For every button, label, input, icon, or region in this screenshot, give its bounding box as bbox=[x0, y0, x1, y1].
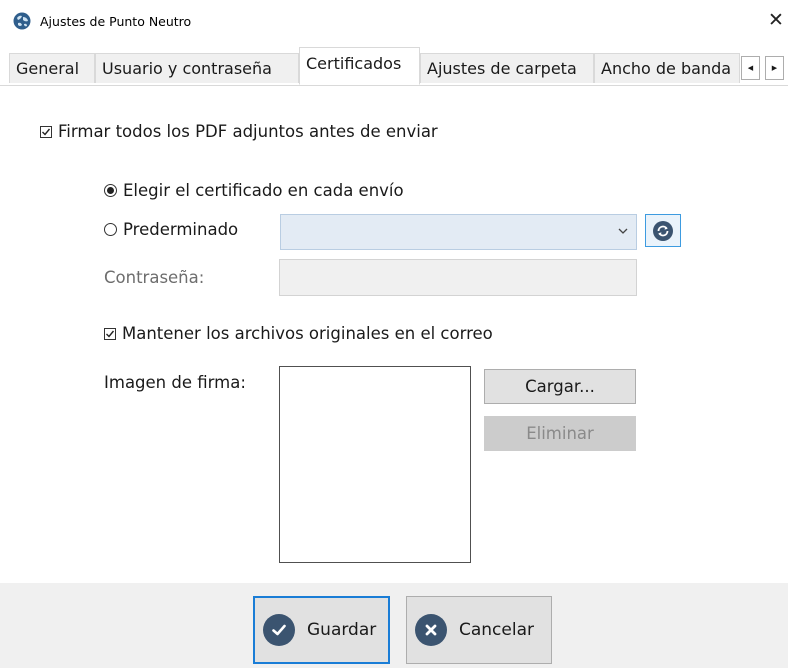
signature-image-label: Imagen de firma: bbox=[104, 373, 246, 392]
tab-certificados[interactable]: Certificados bbox=[299, 47, 420, 85]
tab-bar: General Usuario y contraseña Certificado… bbox=[0, 47, 788, 86]
cancel-button[interactable]: Cancelar bbox=[406, 596, 552, 664]
radio-unselected-icon bbox=[104, 223, 117, 236]
save-button[interactable]: Guardar bbox=[253, 596, 390, 664]
keep-originals-checkbox[interactable]: Mantener los archivos originales en el c… bbox=[104, 324, 493, 343]
save-button-label: Guardar bbox=[307, 620, 377, 640]
predetermined-radio[interactable]: Prederminado bbox=[104, 220, 238, 239]
tab-ancho-banda[interactable]: Ancho de banda bbox=[594, 53, 740, 83]
refresh-certificates-button[interactable] bbox=[645, 214, 681, 247]
choose-each-send-radio[interactable]: Elegir el certificado en cada envío bbox=[104, 181, 404, 200]
sign-all-pdf-checkbox[interactable]: Firmar todos los PDF adjuntos antes de e… bbox=[40, 122, 438, 141]
chevron-down-icon bbox=[618, 228, 628, 234]
password-label: Contraseña: bbox=[104, 268, 205, 287]
delete-signature-button: Eliminar bbox=[484, 416, 636, 451]
tab-scroll-right-icon[interactable]: ▶ bbox=[765, 56, 784, 80]
signature-image-preview bbox=[279, 366, 471, 563]
globe-icon bbox=[13, 12, 31, 30]
predetermined-label: Prederminado bbox=[123, 220, 239, 239]
password-field bbox=[279, 259, 637, 296]
tab-scroll-left-icon[interactable]: ◀ bbox=[741, 56, 760, 80]
window-title: Ajustes de Punto Neutro bbox=[40, 14, 192, 29]
refresh-icon bbox=[653, 220, 673, 241]
dialog-footer: Guardar Cancelar bbox=[0, 583, 788, 668]
sign-all-pdf-label: Firmar todos los PDF adjuntos antes de e… bbox=[58, 122, 438, 141]
close-icon[interactable]: ✕ bbox=[768, 9, 784, 31]
cancel-button-label: Cancelar bbox=[459, 620, 534, 640]
close-circle-icon bbox=[415, 614, 447, 646]
keep-originals-label: Mantener los archivos originales en el c… bbox=[122, 324, 493, 343]
checkbox-checked-icon bbox=[104, 327, 116, 340]
tab-general[interactable]: General bbox=[9, 53, 95, 83]
title-bar: Ajustes de Punto Neutro ✕ bbox=[0, 0, 788, 46]
radio-selected-icon bbox=[104, 184, 117, 197]
choose-each-send-label: Elegir el certificado en cada envío bbox=[123, 181, 404, 200]
tab-ajustes-carpeta[interactable]: Ajustes de carpeta bbox=[420, 53, 594, 83]
checkmark-icon bbox=[263, 614, 295, 646]
certificate-dropdown[interactable] bbox=[280, 214, 637, 250]
checkbox-checked-icon bbox=[40, 125, 52, 138]
tab-usuario-contrasena[interactable]: Usuario y contraseña bbox=[95, 53, 299, 83]
load-signature-button[interactable]: Cargar... bbox=[484, 369, 636, 404]
